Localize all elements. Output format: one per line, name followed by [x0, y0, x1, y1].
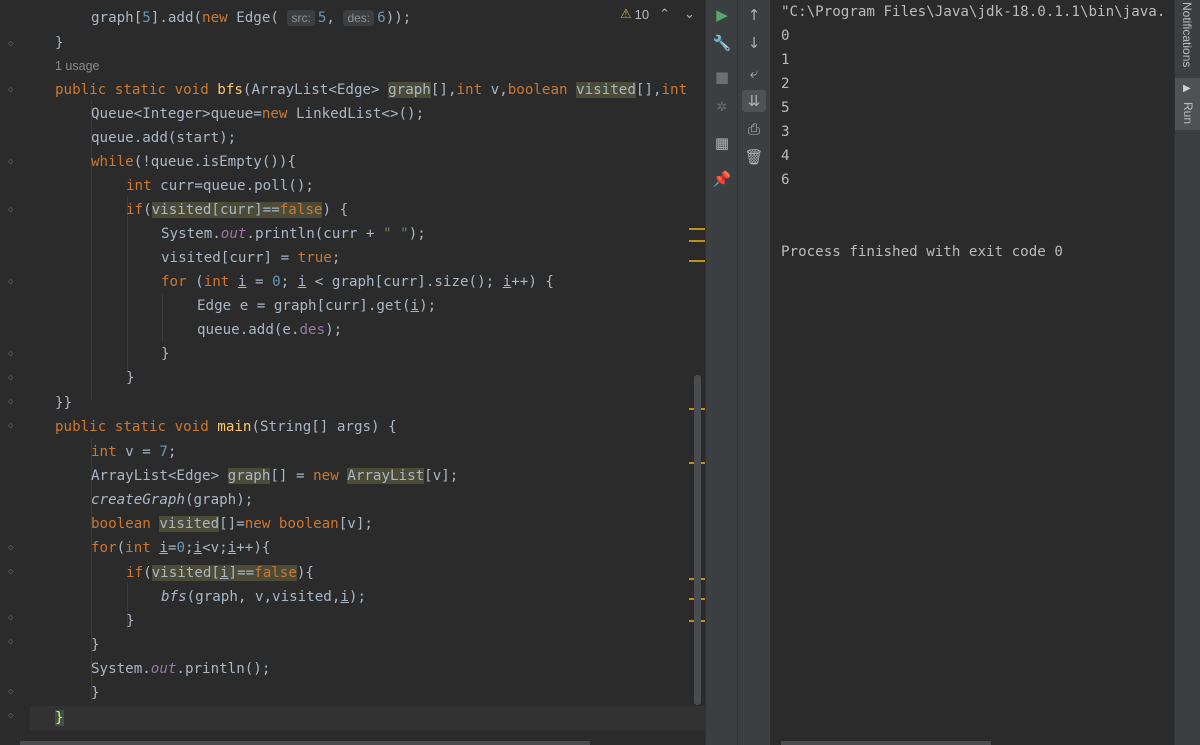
trash-icon[interactable]: 🗑: [742, 146, 766, 168]
warning-stripe[interactable]: [689, 240, 705, 242]
usage-hint[interactable]: 1 usage: [55, 54, 99, 78]
warning-stripe[interactable]: [689, 228, 705, 230]
console-output-line: 2: [781, 76, 790, 92]
notifications-tab[interactable]: Notifications: [1180, 2, 1194, 67]
debug-icon[interactable]: ✲: [710, 96, 734, 118]
notifications-tab-label: Notifications: [1180, 2, 1194, 68]
code-line: System.out.println();: [91, 661, 271, 677]
code-line: }: [91, 637, 100, 653]
console-output-line: 5: [781, 100, 790, 116]
console-output-line: 6: [781, 172, 790, 188]
layout-icon[interactable]: ▦: [710, 132, 734, 154]
right-tool-strip: Notifications ▶ Run: [1174, 0, 1200, 745]
console-horizontal-scrollbar[interactable]: [781, 741, 991, 745]
code-line: public static void bfs(ArrayList<Edge> g…: [55, 82, 688, 98]
wrench-icon[interactable]: 🔧: [710, 32, 734, 54]
editor-vertical-scrollbar[interactable]: [694, 375, 701, 705]
code-area[interactable]: graph[5].add(new Edge( src: 5, des: 6)); }…: [0, 0, 705, 745]
pin-icon[interactable]: 📌: [710, 168, 734, 190]
code-line: bfs(graph, v,visited,i);: [161, 589, 367, 605]
warning-stripe[interactable]: [689, 260, 705, 262]
console-toolbar: ↑ ↓ ⤶ ⇊ ⎙ 🗑: [737, 0, 770, 745]
code-line: for(int i=0;i<v;i++){: [91, 540, 271, 556]
console-output-line: 1: [781, 52, 790, 68]
code-line: queue.add(start);: [91, 130, 237, 146]
run-tab-label: Run: [1181, 102, 1195, 125]
run-toolbar: ▶ 🔧 ■ ✲ ▦ 📌: [705, 0, 738, 745]
code-line: visited[curr] = true;: [161, 250, 341, 266]
exit-message: Process finished with exit code 0: [781, 244, 1063, 260]
code-line: System.out.println(curr + " ");: [161, 226, 426, 242]
code-line: boolean visited[]=new boolean[v];: [91, 516, 373, 532]
code-line: }: [55, 710, 64, 726]
warning-count: 10: [634, 6, 650, 22]
console-output-line: 0: [781, 28, 790, 44]
code-line: Edge e = graph[curr].get(i);: [197, 298, 437, 314]
chevron-up-icon[interactable]: ⌃: [659, 6, 670, 22]
code-line: if(visited[i]==false){: [126, 565, 314, 581]
run-tab-icon: ▶: [1183, 83, 1191, 94]
console-command: "C:\Program Files\Java\jdk-18.0.1.1\bin\…: [781, 4, 1166, 20]
scroll-to-end-icon[interactable]: ⇊: [742, 90, 766, 112]
soft-wrap-icon[interactable]: ⤶: [742, 62, 766, 84]
code-line: }: [55, 35, 64, 51]
code-editor[interactable]: ◇ ◇ ◇ ◇ ◇ ◇ ◇ ◇ ◇ ◇ ◇ ◇ ◇ ◇ ◇ graph[5].a…: [0, 0, 705, 745]
code-line: Queue<Integer>queue=new LinkedList<>();: [91, 106, 425, 122]
code-line: }}: [55, 395, 73, 411]
up-arrow-icon[interactable]: ↑: [742, 4, 766, 26]
run-icon[interactable]: ▶: [710, 4, 734, 26]
code-line: for (int i = 0; i < graph[curr].size(); …: [161, 274, 554, 290]
run-tab[interactable]: ▶ Run: [1175, 78, 1200, 130]
code-line: int v = 7;: [91, 444, 177, 460]
code-line: while(!queue.isEmpty()){: [91, 154, 297, 170]
param-hint-des: des:: [343, 10, 375, 26]
code-line: }: [161, 346, 170, 362]
editor-horizontal-scrollbar[interactable]: [20, 741, 590, 745]
console-output-line: 4: [781, 148, 790, 164]
stop-icon[interactable]: ■: [710, 66, 734, 88]
code-line: }: [91, 685, 100, 701]
code-line: graph[5].add(new Edge( src: 5, des: 6));: [91, 10, 412, 26]
code-line: queue.add(e.des);: [197, 322, 343, 338]
code-line: public static void main(String[] args) {: [55, 419, 397, 435]
code-line: if(visited[curr]==false) {: [126, 202, 349, 218]
chevron-down-icon[interactable]: ⌄: [684, 6, 695, 22]
code-line: int curr=queue.poll();: [126, 178, 314, 194]
run-console[interactable]: "C:\Program Files\Java\jdk-18.0.1.1\bin\…: [770, 0, 1174, 745]
inspection-widget[interactable]: ⚠ 10 ⌃ ⌄: [620, 4, 695, 24]
code-line: }: [126, 613, 135, 629]
code-line: }: [126, 370, 135, 386]
print-icon[interactable]: ⎙: [742, 118, 766, 140]
down-arrow-icon[interactable]: ↓: [742, 32, 766, 54]
warning-icon: ⚠: [620, 6, 632, 21]
code-line: createGraph(graph);: [91, 492, 254, 508]
param-hint-src: src:: [287, 10, 315, 26]
console-output-line: 3: [781, 124, 790, 140]
code-line: ArrayList<Edge> graph[] = new ArrayList[…: [91, 468, 459, 484]
